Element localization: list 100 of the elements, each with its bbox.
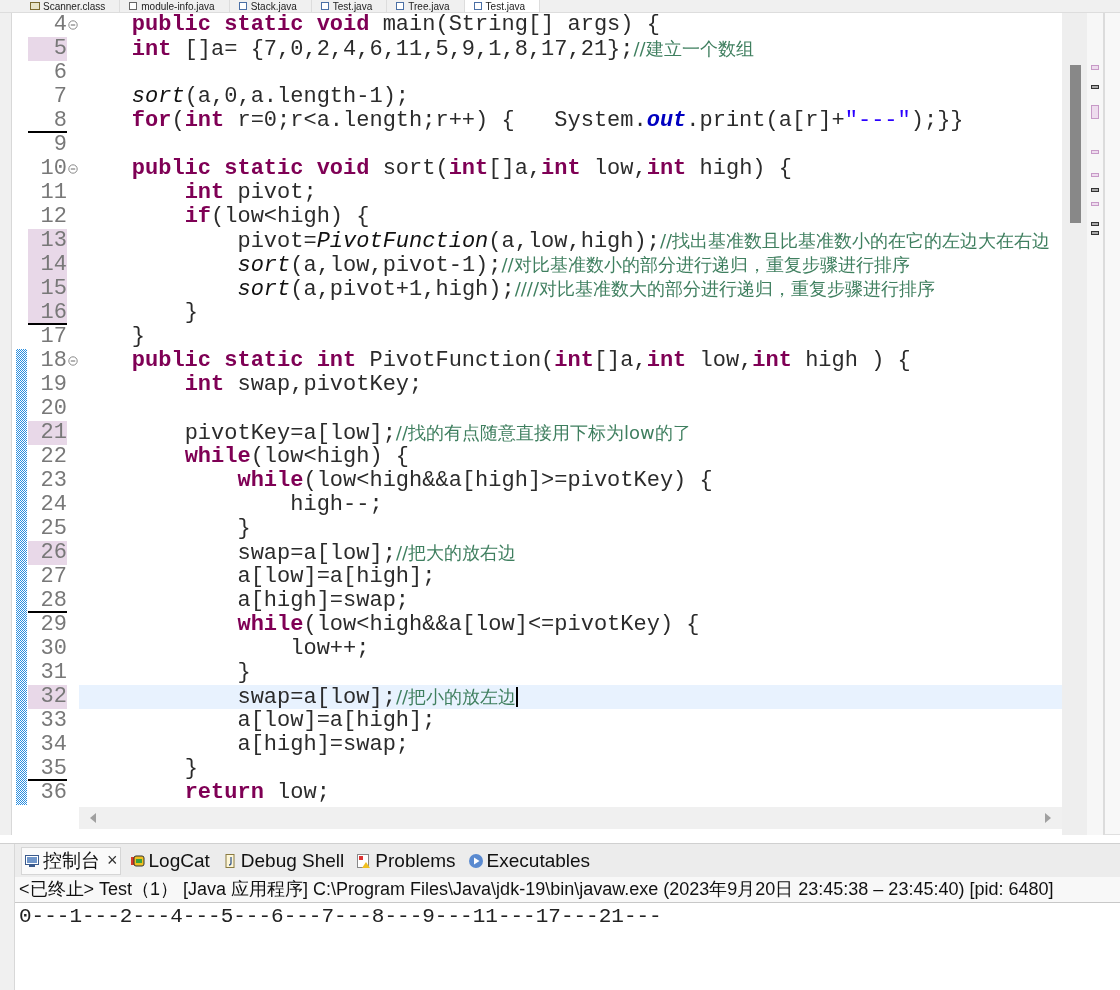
close-icon[interactable]: × <box>107 850 118 871</box>
code-line: return low; <box>183 781 330 805</box>
code-line: a[low]=a[high]; <box>236 565 436 589</box>
line-number: 25 <box>39 517 67 541</box>
code-line: } <box>183 757 198 781</box>
overview-marker[interactable] <box>1091 222 1099 226</box>
line-number: 33 <box>39 709 67 733</box>
line-number: 8 <box>28 109 67 133</box>
line-number: 24 <box>39 493 67 517</box>
line-number: 6 <box>52 61 67 85</box>
scroll-left-icon[interactable] <box>89 812 97 824</box>
code-line: } <box>130 325 145 349</box>
code-line: pivotKey=a[low];//找的有点随意直接用下标为low的了 <box>183 420 691 446</box>
code-line: sort(a,pivot+1,high);////对比基准数大的部分进行递归，重复步骤进行排序 <box>236 276 935 302</box>
line-number: 16 <box>28 301 67 325</box>
scroll-right-icon[interactable] <box>1044 812 1052 824</box>
scrollbar-thumb[interactable] <box>1070 65 1081 223</box>
line-number: 26 <box>28 541 67 565</box>
editor-tab[interactable]: Scanner.class <box>22 0 121 12</box>
code-line: sort(a,low,pivot-1);//对比基准数小的部分进行递归，重复步骤进行排序 <box>236 252 910 278</box>
editor-tab[interactable]: Tree.java <box>387 0 465 12</box>
code-line: int swap,pivotKey; <box>183 373 423 397</box>
overview-marker[interactable] <box>1091 65 1099 70</box>
console-output: 0---1---2---4---5---6---7---8---9---11---17---21--- <box>19 905 662 928</box>
code-line: int []a= {7,0,2,4,6,11,5,9,1,8,17,21};//建立一个数组 <box>130 36 754 62</box>
class-file-icon <box>30 2 40 10</box>
code-line: pivot=PivotFunction(a,low,high);//找出基准数且比基准数小的在它的左边大在右边 <box>236 228 1051 254</box>
code-line: public static void main(String[] args) { <box>130 13 660 37</box>
line-number: 23 <box>39 469 67 493</box>
panel-tab[interactable]: Problems <box>353 846 459 875</box>
overview-marker[interactable] <box>1091 150 1099 154</box>
collapse-icon[interactable] <box>68 20 78 30</box>
overview-marker[interactable] <box>1091 202 1099 206</box>
editor-tab[interactable]: Stack.java <box>229 0 312 12</box>
java-file-icon <box>472 2 483 10</box>
bug-icon <box>129 852 146 869</box>
code-line: } <box>236 661 251 685</box>
code-line: } <box>183 301 198 325</box>
code-line: } <box>236 517 251 541</box>
java-file-icon <box>237 2 248 10</box>
code-line: low++; <box>289 637 370 661</box>
line-number: 29 <box>39 613 67 637</box>
monitor-icon <box>24 852 40 869</box>
code-line: a[high]=swap; <box>236 589 410 613</box>
overview-marker[interactable] <box>1091 231 1099 235</box>
file-icon <box>128 2 139 10</box>
line-number: 22 <box>39 445 67 469</box>
line-number: 18 <box>39 349 67 373</box>
line-number: 5 <box>28 37 67 61</box>
line-number: 35 <box>28 757 67 781</box>
overview-marker[interactable] <box>1091 173 1099 177</box>
code-line: if(low<high) { <box>183 205 370 229</box>
line-number: 15 <box>28 277 67 301</box>
code-line: while(low<high&&a[high]>=pivotKey) { <box>236 469 713 493</box>
horizontal-scrollbar[interactable] <box>79 807 1062 829</box>
line-number: 4 <box>52 13 67 37</box>
warning-list-icon <box>356 852 373 869</box>
code-line: a[high]=swap; <box>236 733 410 757</box>
collapse-icon[interactable] <box>68 356 78 366</box>
editor-tab[interactable]: Test.java <box>464 0 541 12</box>
panel-tab[interactable]: Executables <box>464 846 594 875</box>
code-line: swap=a[low];//把小的放左边 <box>236 684 516 710</box>
overview-marker[interactable] <box>1091 188 1099 192</box>
console-status: <已终止> Test（1） [Java 应用程序] C:\Program Files\Java\jdk-19\bin\javaw.exe (2023年9月20日 23:45:38 – 23:45:40) [pid: 6480] <box>15 877 1120 903</box>
overview-marker[interactable] <box>1091 85 1099 89</box>
line-number: 14 <box>28 253 67 277</box>
java-file-icon <box>395 2 406 10</box>
text-cursor <box>516 687 518 707</box>
line-number: 28 <box>28 589 67 613</box>
code-line: public static void sort(int[]a,int low,int high) { <box>130 157 792 181</box>
line-number: 27 <box>39 565 67 589</box>
line-number: 17 <box>39 325 67 349</box>
line-number: 30 <box>39 637 67 661</box>
editor-tab[interactable]: module-info.java <box>120 0 230 12</box>
line-number: 7 <box>52 85 67 109</box>
code-line: high--; <box>289 493 383 517</box>
overview-marker[interactable] <box>1091 105 1099 119</box>
line-number: 13 <box>28 229 67 253</box>
panel-tab[interactable]: LogCat <box>126 846 213 875</box>
code-line: sort(a,0,a.length-1); <box>130 85 410 109</box>
line-number: 34 <box>39 733 67 757</box>
panel-tab[interactable]: 控制台 × <box>21 846 121 875</box>
editor-tab[interactable]: Test.java <box>311 0 388 12</box>
panel-tab[interactable]: Debug Shell <box>218 846 348 875</box>
line-number: 11 <box>39 181 67 205</box>
line-number: 10 <box>39 157 67 181</box>
code-line: swap=a[low];//把大的放右边 <box>236 540 516 566</box>
java-file-icon <box>319 2 330 10</box>
line-number: 19 <box>39 373 67 397</box>
line-number: 32 <box>28 685 67 709</box>
line-number: 31 <box>39 661 67 685</box>
vertical-scrollbar[interactable] <box>1062 13 1087 835</box>
collapse-icon[interactable] <box>68 164 78 174</box>
code-line: a[low]=a[high]; <box>236 709 436 733</box>
code-line: while(low<high&&a[low]<=pivotKey) { <box>236 613 700 637</box>
line-number: 21 <box>28 421 67 445</box>
line-number: 20 <box>39 397 67 421</box>
code-line: public static int PivotFunction(int[]a,int low,int high ) { <box>130 349 911 373</box>
play-circle-icon <box>467 852 484 869</box>
line-number: 12 <box>39 205 67 229</box>
